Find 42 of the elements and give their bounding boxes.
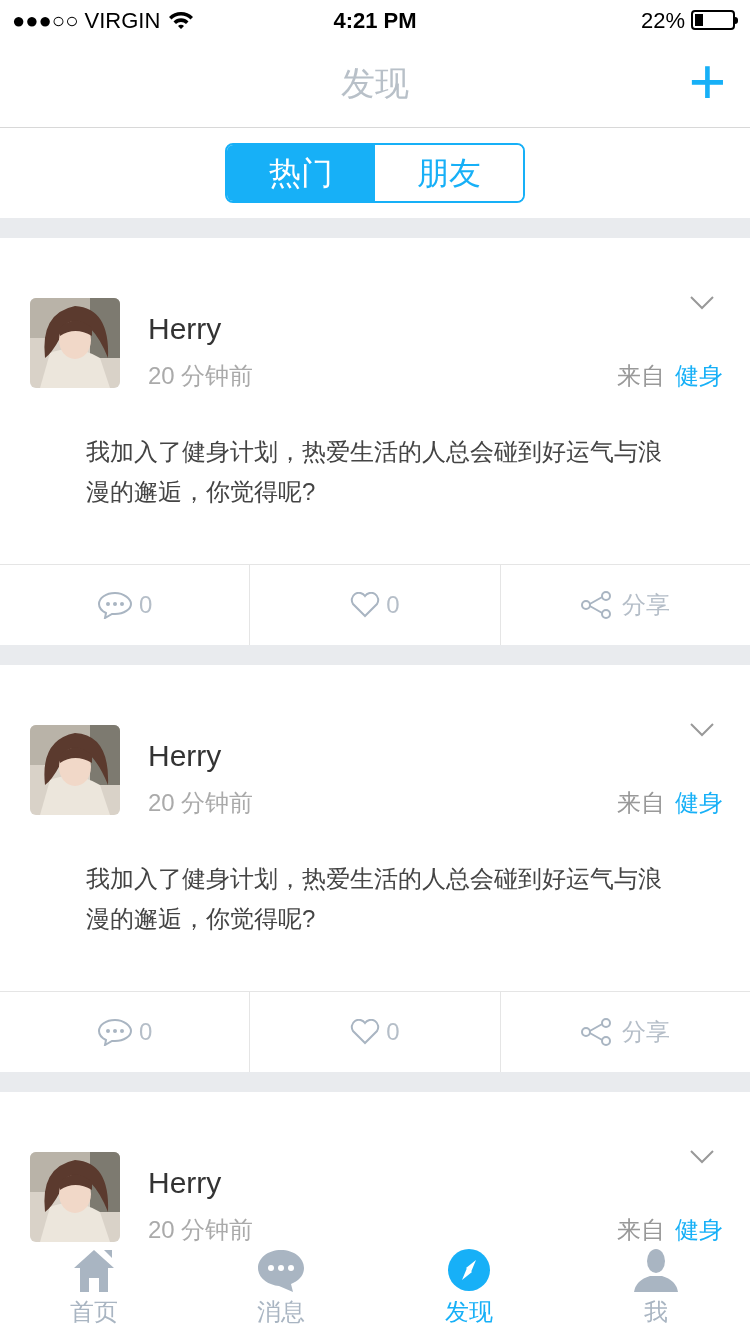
post-time: 20 分钟前 [148,788,254,818]
source-label: 来自 [617,1217,665,1243]
share-button[interactable]: 分享 [500,565,750,645]
speech-bubble-icon [97,1018,133,1046]
user-name: Herry [148,738,223,774]
share-icon [580,1018,613,1046]
chevron-down-icon[interactable] [690,1150,714,1164]
chevron-down-icon[interactable] [690,723,714,737]
carrier-text: ●●●○○ VIRGIN [12,6,161,35]
post-time: 20 分钟前 [148,1215,254,1245]
share-icon [580,591,613,619]
tab-bar-item[interactable]: 我 [562,1246,750,1334]
segment-tab[interactable]: 热门 [227,145,375,201]
user-name: Herry [148,311,223,347]
source-link[interactable]: 健身 [675,363,723,389]
source-label: 来自 [617,790,665,816]
battery-percent: 22% [640,6,685,35]
share-button[interactable]: 分享 [500,992,750,1072]
comment-button[interactable]: 0 [0,565,251,645]
person-icon [633,1248,680,1292]
tab-bar-item[interactable]: 首页 [0,1246,188,1334]
tab-bar-item[interactable]: 发现 [375,1246,563,1334]
battery-icon [691,10,738,30]
wifi-icon [168,10,195,30]
post-text: 我加入了健身计划，热爱生活的人总会碰到好运气与浪漫的邂逅，你觉得呢? [86,864,663,934]
like-button[interactable]: 0 [250,992,501,1072]
page-title: 发现 [341,63,409,104]
heart-icon [350,1019,381,1045]
add-button[interactable]: + [688,54,726,110]
tab-bar-item[interactable]: 消息 [187,1246,375,1334]
source-link[interactable]: 健身 [675,1217,723,1243]
chevron-down-icon[interactable] [690,296,714,310]
post-time: 20 分钟前 [148,361,254,391]
comment-button[interactable]: 0 [0,992,251,1072]
clock-text: 4:21 PM [333,7,417,33]
post-text: 我加入了健身计划，热爱生活的人总会碰到好运气与浪漫的邂逅，你觉得呢? [86,437,663,507]
speech-bubble-icon [97,591,133,619]
user-name: Herry [148,1165,223,1201]
source-label: 来自 [617,363,665,389]
heart-icon [350,592,381,618]
like-button[interactable]: 0 [250,565,501,645]
source-link[interactable]: 健身 [675,790,723,816]
